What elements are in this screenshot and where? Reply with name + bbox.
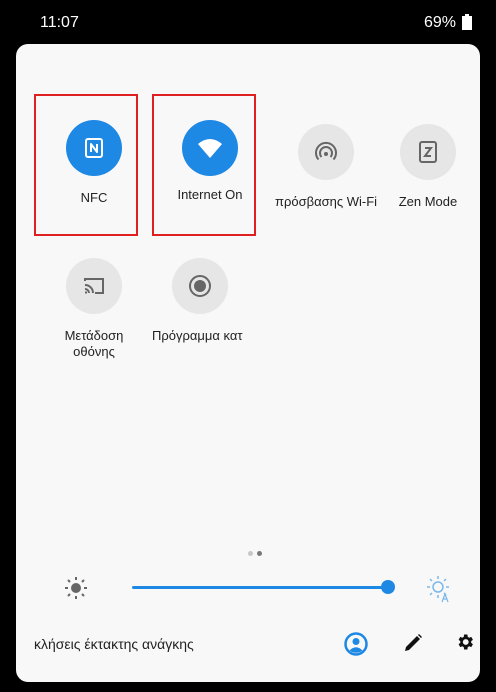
brightness-slider-track[interactable]	[132, 586, 388, 589]
auto-brightness-icon[interactable]	[426, 575, 452, 603]
edit-pencil-icon[interactable]	[402, 632, 424, 654]
zen-mode-tile-label: Zen Mode	[398, 194, 458, 209]
record-icon	[189, 275, 211, 297]
cast-screen-icon	[84, 278, 104, 294]
battery-icon	[462, 14, 472, 30]
record-tile-label: Πρόγραμμα κατ	[152, 328, 243, 343]
hotspot-icon	[315, 141, 337, 161]
cast-tile-label: Μετάδοση οθόνης	[64, 328, 124, 359]
brightness-low-icon	[65, 577, 87, 599]
brightness-slider-thumb[interactable]	[381, 580, 395, 594]
page-dot-2[interactable]	[257, 551, 262, 556]
cast-tile-circle[interactable]	[66, 258, 122, 314]
page-indicator	[248, 543, 266, 561]
status-time: 11:07	[40, 14, 79, 31]
page-dot-1[interactable]	[248, 551, 253, 556]
tile-zen-mode[interactable]: Zen Mode	[370, 124, 480, 210]
battery-percentage: 69%	[423, 14, 456, 31]
emergency-calls-text[interactable]: κλήσεις έκτακτης ανάγκης	[34, 636, 234, 652]
settings-gear-icon[interactable]	[455, 632, 475, 652]
zen-mode-icon	[419, 141, 437, 163]
brightness-row	[16, 574, 480, 604]
hotspot-tile-label: πρόσβασης Wi-Fi	[274, 194, 378, 209]
nfc-highlight-box	[34, 94, 138, 236]
tile-cast-screen[interactable]: Μετάδοση οθόνης	[36, 258, 152, 360]
record-tile-circle[interactable]	[172, 258, 228, 314]
user-account-icon[interactable]	[344, 632, 368, 656]
quick-settings-panel: NFC Internet On πρόσβασης Wi-Fi Zen Mode…	[16, 44, 480, 682]
bottom-bar: κλήσεις έκτακτης ανάγκης	[16, 629, 480, 659]
hotspot-tile-circle[interactable]	[298, 124, 354, 180]
status-bar: 11:07 69%	[0, 0, 496, 42]
internet-highlight-box	[152, 94, 256, 236]
tile-hotspot[interactable]: πρόσβασης Wi-Fi	[268, 124, 384, 210]
zen-mode-tile-circle[interactable]	[400, 124, 456, 180]
tile-record[interactable]: Πρόγραμμα κατ	[142, 258, 258, 344]
